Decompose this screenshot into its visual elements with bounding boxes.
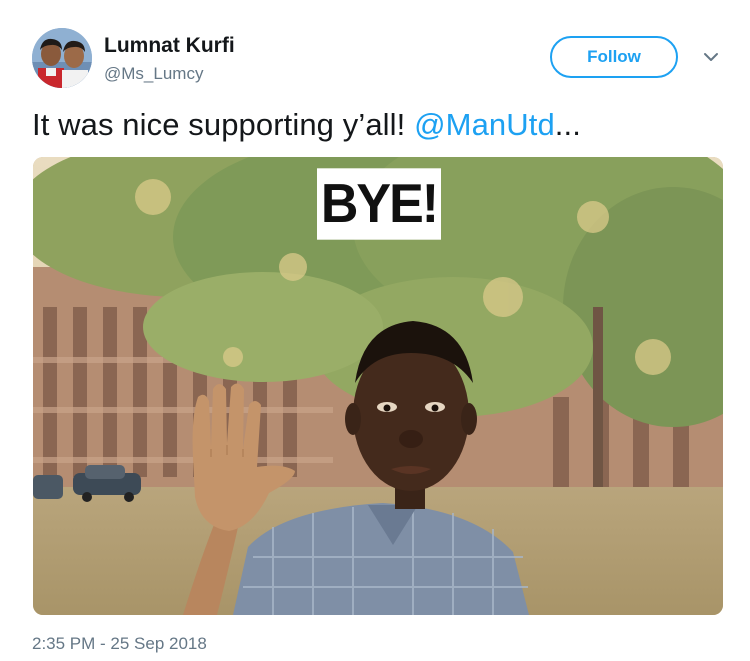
- tweet-timestamp[interactable]: 2:35 PM - 25 Sep 2018: [32, 634, 207, 654]
- tweet-text-suffix: ...: [554, 107, 581, 142]
- mention-link[interactable]: @ManUtd: [414, 107, 555, 142]
- image-caption: BYE!: [317, 168, 441, 240]
- tweet-text: It was nice supporting y’all! @ManUtd...: [32, 107, 581, 143]
- avatar[interactable]: [32, 28, 92, 88]
- follow-button[interactable]: Follow: [550, 36, 678, 78]
- avatar-image: [32, 28, 92, 88]
- user-display-name[interactable]: Lumnat Kurfi: [104, 34, 235, 58]
- chevron-down-icon[interactable]: [702, 50, 720, 64]
- tweet-card: Lumnat Kurfi @Ms_Lumcy Follow It was nic…: [0, 0, 750, 661]
- user-handle[interactable]: @Ms_Lumcy: [104, 64, 203, 84]
- tweet-media-image[interactable]: BYE!: [33, 157, 723, 615]
- tweet-text-prefix: It was nice supporting y’all!: [32, 107, 415, 142]
